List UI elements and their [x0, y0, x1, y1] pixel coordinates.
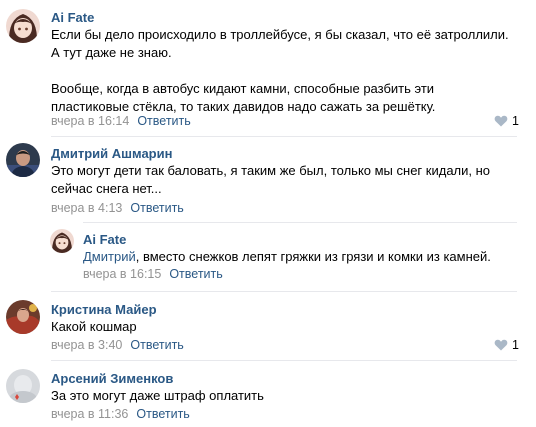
comment-meta: вчера в 3:40 Ответить	[51, 338, 184, 352]
comment-text-line: Вообще, когда в автобус кидают камни, сп…	[51, 81, 435, 96]
like-button[interactable]: 1	[494, 338, 519, 352]
avatar[interactable]	[6, 143, 40, 177]
comment-meta: вчера в 16:15 Ответить	[83, 267, 223, 281]
comment-author[interactable]: Ai Fate	[83, 232, 126, 247]
comment-item: Кристина Майер Какой кошмар вчера в 3:40…	[0, 292, 536, 360]
comment-meta: вчера в 11:36 Ответить	[51, 407, 190, 421]
like-count: 1	[512, 114, 519, 128]
comment-item: Дмитрий Ашмарин Это могут дети так балов…	[0, 137, 536, 223]
comment-author[interactable]: Арсений Зименков	[51, 371, 173, 386]
reply-button[interactable]: Ответить	[136, 407, 189, 421]
comment-text: Какой кошмар	[51, 318, 137, 336]
avatar[interactable]	[50, 229, 74, 253]
comment-author[interactable]: Кристина Майер	[51, 302, 157, 317]
comment-text-line: Это могут дети так баловать, я таким же …	[51, 163, 491, 178]
comment-time[interactable]: вчера в 4:13	[51, 201, 122, 215]
comment-author[interactable]: Дмитрий Ашмарин	[51, 146, 172, 161]
comment-time[interactable]: вчера в 3:40	[51, 338, 122, 352]
comment-item: Ai Fate Если бы дело происходило в тролл…	[0, 0, 536, 136]
reply-button[interactable]: Ответить	[169, 267, 222, 281]
avatar[interactable]	[6, 369, 40, 403]
heart-icon	[494, 115, 508, 127]
comment-item: Арсений Зименков За это могут даже штраф…	[0, 361, 536, 427]
comment-time[interactable]: вчера в 16:14	[51, 114, 129, 128]
comment-meta: вчера в 4:13 Ответить	[51, 201, 184, 215]
reply-button[interactable]: Ответить	[137, 114, 190, 128]
avatar[interactable]	[6, 9, 40, 43]
comment-text-line	[51, 62, 509, 80]
comment-item: Ai Fate Дмитрий, вместо снежков лепят гр…	[0, 223, 536, 291]
comment-text-line: , вместо снежков лепят гряжки из грязи и…	[135, 249, 491, 264]
mention-link[interactable]: Дмитрий	[83, 249, 136, 264]
comment-author[interactable]: Ai Fate	[51, 10, 94, 25]
reply-button[interactable]: Ответить	[130, 201, 183, 215]
comment-text-line: сейчас снега нет...	[51, 181, 162, 196]
like-button[interactable]: 1	[494, 114, 519, 128]
comment-text-line: А тут даже не знаю.	[51, 45, 172, 60]
comment-time[interactable]: вчера в 11:36	[51, 407, 128, 421]
like-count: 1	[512, 338, 519, 352]
heart-icon	[494, 339, 508, 351]
reply-button[interactable]: Ответить	[130, 338, 183, 352]
comment-meta: вчера в 16:14 Ответить	[51, 114, 191, 128]
comment-text: Дмитрий, вместо снежков лепят гряжки из …	[83, 248, 491, 266]
avatar[interactable]	[6, 300, 40, 334]
comment-text: Если бы дело происходило в троллейбусе, …	[51, 26, 509, 116]
comment-text-line: Если бы дело происходило в троллейбусе, …	[51, 27, 509, 42]
comment-text: Это могут дети так баловать, я таким же …	[51, 162, 490, 198]
comment-text: За это могут даже штраф оплатить	[51, 387, 264, 405]
comment-text-line: За это могут даже штраф оплатить	[51, 388, 264, 403]
comment-time[interactable]: вчера в 16:15	[83, 267, 161, 281]
comment-text-line: Какой кошмар	[51, 319, 137, 334]
